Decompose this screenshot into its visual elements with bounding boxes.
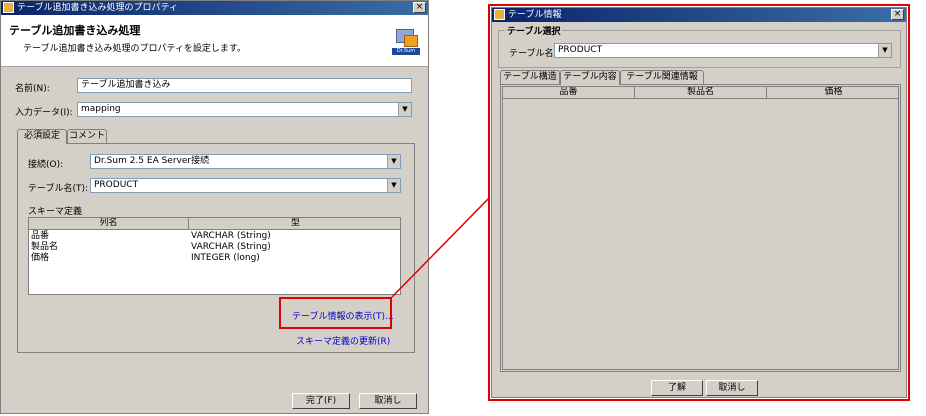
- table-row[interactable]: 製品名 VARCHAR (String): [29, 242, 400, 253]
- row-type: VARCHAR (String): [191, 242, 271, 252]
- finish-button-label: 完了(F): [305, 396, 337, 406]
- chevron-down-icon[interactable]: ▼: [387, 155, 400, 168]
- row-name: 製品名: [31, 242, 59, 252]
- drsum-logo-icon: Dr.Sum: [392, 29, 420, 57]
- header-description: テーブル追加書き込み処理のプロパティを設定します。: [23, 44, 247, 54]
- input-data-label: 入力データ(I):: [15, 108, 73, 118]
- input-data-select[interactable]: mapping ▼: [77, 102, 412, 117]
- table-name-value: PRODUCT: [558, 45, 603, 55]
- logo-text: Dr.Sum: [392, 48, 420, 55]
- app-icon: [494, 9, 505, 20]
- table-row[interactable]: 価格 INTEGER (long): [29, 253, 400, 264]
- table-row[interactable]: 品番 VARCHAR (String): [29, 231, 400, 242]
- connection-label: 接続(O):: [28, 160, 64, 170]
- dialog-titlebar: テーブル追加書き込み処理のプロパティ ×: [1, 1, 428, 15]
- column-header-type[interactable]: 型: [189, 218, 400, 230]
- cancel-button[interactable]: 取消し: [359, 393, 417, 409]
- dialog-header: テーブル追加書き込み処理 テーブル追加書き込み処理のプロパティを設定します。 D…: [1, 15, 428, 67]
- finish-button[interactable]: 完了(F): [292, 393, 350, 409]
- input-data-value: mapping: [81, 104, 121, 114]
- schema-table-header: 列名 型: [29, 218, 400, 230]
- dialog-title: テーブル追加書き込み処理のプロパティ: [17, 3, 178, 13]
- close-button[interactable]: ×: [891, 9, 904, 20]
- contents-table-header: 品番 製品名 価格: [503, 87, 898, 99]
- dialog-title: テーブル情報: [508, 10, 562, 20]
- header-title: テーブル追加書き込み処理: [9, 24, 141, 37]
- name-label: 名前(N):: [15, 84, 50, 94]
- close-button[interactable]: ×: [413, 2, 426, 13]
- table-append-properties-dialog: テーブル追加書き込み処理のプロパティ × テーブル追加書き込み処理 テーブル追加…: [0, 0, 429, 414]
- group-title: テーブル選択: [505, 24, 563, 37]
- update-schema-link[interactable]: スキーマ定義の更新(R): [296, 334, 390, 347]
- tab-table-related-info[interactable]: テーブル関連情報: [620, 70, 704, 84]
- connection-select[interactable]: Dr.Sum 2.5 EA Server接続 ▼: [90, 154, 401, 169]
- row-type: INTEGER (long): [191, 253, 260, 263]
- chevron-down-icon[interactable]: ▼: [387, 179, 400, 192]
- table-name-label: テーブル名(T):: [28, 184, 89, 194]
- table-select-group: テーブル選択 テーブル名 PRODUCT ▼: [498, 24, 901, 68]
- tab-comment[interactable]: コメント: [67, 129, 107, 143]
- table-name-value: PRODUCT: [94, 180, 139, 190]
- connection-value: Dr.Sum 2.5 EA Server接続: [94, 156, 210, 166]
- highlight-box: [279, 297, 392, 329]
- table-info-dialog: テーブル情報 × テーブル選択 テーブル名 PRODUCT ▼ テーブル構造 テ…: [491, 7, 907, 398]
- ok-button[interactable]: 了解: [651, 380, 703, 396]
- table-name-label: テーブル名: [509, 49, 554, 59]
- tab-table-structure[interactable]: テーブル構造: [500, 70, 560, 84]
- row-name: 品番: [31, 231, 50, 241]
- tab-table-contents[interactable]: テーブル内容: [560, 70, 620, 85]
- chevron-down-icon[interactable]: ▼: [398, 103, 411, 116]
- row-type: VARCHAR (String): [191, 231, 271, 241]
- column-header-product-code[interactable]: 品番: [503, 87, 635, 99]
- contents-table[interactable]: 品番 製品名 価格: [502, 86, 899, 370]
- chevron-down-icon[interactable]: ▼: [878, 44, 891, 57]
- name-field[interactable]: テーブル追加書き込み: [77, 78, 412, 93]
- cancel-button[interactable]: 取消し: [706, 380, 758, 396]
- dialog-titlebar: テーブル情報 ×: [492, 8, 906, 22]
- app-icon: [3, 2, 14, 13]
- row-name: 価格: [31, 253, 50, 263]
- tab-required-settings[interactable]: 必須設定: [17, 129, 67, 144]
- schema-label: スキーマ定義: [28, 207, 83, 217]
- table-name-select[interactable]: PRODUCT ▼: [90, 178, 401, 193]
- column-header-price[interactable]: 価格: [767, 87, 898, 99]
- column-header-product-name[interactable]: 製品名: [635, 87, 767, 99]
- column-header-name[interactable]: 列名: [29, 218, 189, 230]
- table-name-select[interactable]: PRODUCT ▼: [554, 43, 892, 58]
- schema-table[interactable]: 列名 型 品番 VARCHAR (String) 製品名 VARCHAR (St…: [28, 217, 401, 295]
- table-contents-panel: 品番 製品名 価格: [500, 84, 901, 372]
